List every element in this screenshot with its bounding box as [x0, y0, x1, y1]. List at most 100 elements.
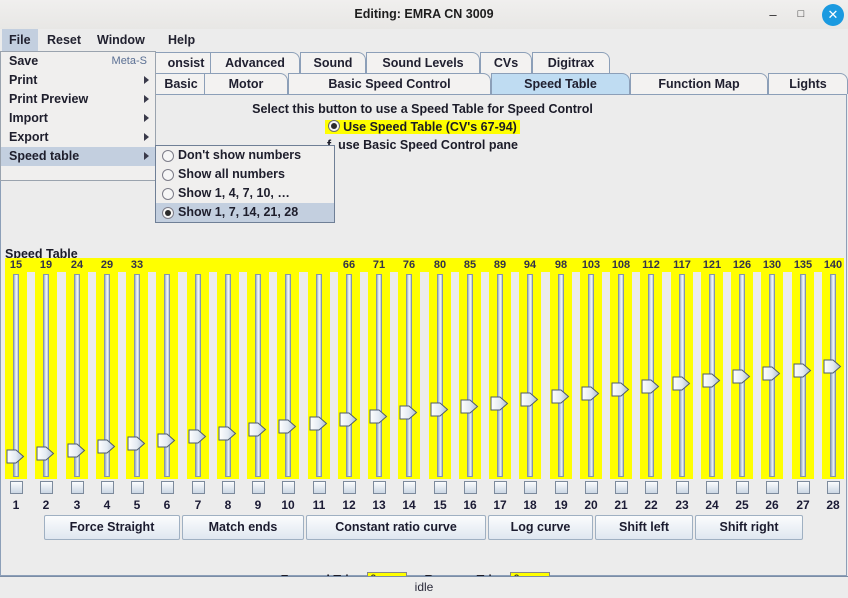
- menu-reset[interactable]: Reset: [40, 29, 88, 51]
- slider-lock-checkbox[interactable]: [585, 481, 598, 494]
- match-ends-button[interactable]: Match ends: [182, 515, 304, 540]
- slider-lock-checkbox[interactable]: [676, 481, 689, 494]
- slider-lock-checkbox[interactable]: [101, 481, 114, 494]
- speed-slider[interactable]: [247, 272, 269, 479]
- slider-lock-checkbox[interactable]: [494, 481, 507, 494]
- log-curve-button[interactable]: Log curve: [488, 515, 593, 540]
- slider-lock-checkbox[interactable]: [282, 481, 295, 494]
- speed-slider[interactable]: [338, 272, 360, 479]
- slider-lock-checkbox[interactable]: [40, 481, 53, 494]
- tab-motor[interactable]: Motor: [204, 73, 288, 94]
- slider-thumb[interactable]: [97, 437, 116, 456]
- slider-lock-checkbox[interactable]: [464, 481, 477, 494]
- speed-slider[interactable]: [640, 272, 662, 479]
- slider-thumb[interactable]: [611, 380, 630, 399]
- slider-thumb[interactable]: [248, 420, 267, 439]
- slider-thumb[interactable]: [762, 364, 781, 383]
- slider-lock-checkbox[interactable]: [373, 481, 386, 494]
- speed-slider[interactable]: [217, 272, 239, 479]
- slider-thumb[interactable]: [67, 441, 86, 460]
- constant-ratio-curve-button[interactable]: Constant ratio curve: [306, 515, 486, 540]
- slider-lock-checkbox[interactable]: [343, 481, 356, 494]
- slider-lock-checkbox[interactable]: [645, 481, 658, 494]
- slider-thumb[interactable]: [581, 384, 600, 403]
- speed-slider[interactable]: [187, 272, 209, 479]
- speed-slider[interactable]: [792, 272, 814, 479]
- speed-table-submenu-item-2[interactable]: Show all numbers: [156, 165, 334, 184]
- shift-right-button[interactable]: Shift right: [695, 515, 803, 540]
- slider-lock-checkbox[interactable]: [222, 481, 235, 494]
- file-menu-item-import[interactable]: Import: [1, 109, 155, 128]
- tab-cvs[interactable]: CVs: [480, 52, 532, 73]
- speed-slider[interactable]: [126, 272, 148, 479]
- speed-slider[interactable]: [308, 272, 330, 479]
- slider-thumb[interactable]: [793, 361, 812, 380]
- slider-lock-checkbox[interactable]: [524, 481, 537, 494]
- speed-slider[interactable]: [822, 272, 844, 479]
- slider-lock-checkbox[interactable]: [252, 481, 265, 494]
- slider-thumb[interactable]: [460, 397, 479, 416]
- slider-thumb[interactable]: [641, 377, 660, 396]
- speed-slider[interactable]: [66, 272, 88, 479]
- file-menu-item-speed-table[interactable]: Speed table: [1, 147, 155, 166]
- speed-slider[interactable]: [519, 272, 541, 479]
- slider-thumb[interactable]: [430, 400, 449, 419]
- slider-thumb[interactable]: [520, 390, 539, 409]
- close-icon[interactable]: ✕: [822, 4, 844, 26]
- slider-thumb[interactable]: [823, 357, 842, 376]
- shift-left-button[interactable]: Shift left: [595, 515, 693, 540]
- use-speed-table-radio[interactable]: Use Speed Table (CV's 67-94): [325, 120, 520, 134]
- slider-thumb[interactable]: [278, 417, 297, 436]
- slider-thumb[interactable]: [369, 407, 388, 426]
- speed-slider[interactable]: [610, 272, 632, 479]
- slider-thumb[interactable]: [6, 447, 25, 466]
- minimize-button[interactable]: –: [760, 0, 786, 29]
- tab-speed-table[interactable]: Speed Table: [491, 73, 630, 94]
- speed-slider[interactable]: [731, 272, 753, 479]
- file-menu-item-export[interactable]: Export: [1, 128, 155, 147]
- speed-slider[interactable]: [459, 272, 481, 479]
- slider-lock-checkbox[interactable]: [797, 481, 810, 494]
- slider-thumb[interactable]: [218, 424, 237, 443]
- speed-slider[interactable]: [368, 272, 390, 479]
- slider-lock-checkbox[interactable]: [313, 481, 326, 494]
- slider-thumb[interactable]: [309, 414, 328, 433]
- speed-table-submenu-item-3[interactable]: Show 1, 4, 7, 10, …: [156, 184, 334, 203]
- speed-table-submenu-item-4[interactable]: Show 1, 7, 14, 21, 28: [156, 203, 334, 222]
- slider-thumb[interactable]: [188, 427, 207, 446]
- slider-lock-checkbox[interactable]: [192, 481, 205, 494]
- speed-slider[interactable]: [5, 272, 27, 479]
- tab-sound[interactable]: Sound: [300, 52, 366, 73]
- slider-lock-checkbox[interactable]: [10, 481, 23, 494]
- speed-slider[interactable]: [398, 272, 420, 479]
- menu-help[interactable]: Help: [161, 29, 202, 51]
- speed-slider[interactable]: [156, 272, 178, 479]
- slider-lock-checkbox[interactable]: [736, 481, 749, 494]
- slider-thumb[interactable]: [702, 371, 721, 390]
- tab-advanced[interactable]: Advanced: [210, 52, 300, 73]
- slider-lock-checkbox[interactable]: [131, 481, 144, 494]
- file-menu-item-print-preview[interactable]: Print Preview: [1, 90, 155, 109]
- speed-slider[interactable]: [550, 272, 572, 479]
- file-menu-item-save[interactable]: SaveMeta-S: [1, 52, 155, 71]
- speed-table-submenu-item-1[interactable]: Don't show numbers: [156, 146, 334, 165]
- slider-thumb[interactable]: [127, 434, 146, 453]
- speed-slider[interactable]: [489, 272, 511, 479]
- speed-slider[interactable]: [671, 272, 693, 479]
- slider-lock-checkbox[interactable]: [403, 481, 416, 494]
- slider-lock-checkbox[interactable]: [827, 481, 840, 494]
- slider-thumb[interactable]: [672, 374, 691, 393]
- slider-thumb[interactable]: [157, 431, 176, 450]
- tab-lights[interactable]: Lights: [768, 73, 848, 94]
- tab-function-map[interactable]: Function Map: [630, 73, 768, 94]
- force-straight-button[interactable]: Force Straight: [44, 515, 180, 540]
- tab-basic-speed-control[interactable]: Basic Speed Control: [288, 73, 491, 94]
- speed-slider[interactable]: [761, 272, 783, 479]
- slider-lock-checkbox[interactable]: [434, 481, 447, 494]
- speed-slider[interactable]: [429, 272, 451, 479]
- speed-slider[interactable]: [580, 272, 602, 479]
- tab-sound-levels[interactable]: Sound Levels: [366, 52, 480, 73]
- slider-lock-checkbox[interactable]: [71, 481, 84, 494]
- speed-slider[interactable]: [277, 272, 299, 479]
- menu-window[interactable]: Window: [90, 29, 152, 51]
